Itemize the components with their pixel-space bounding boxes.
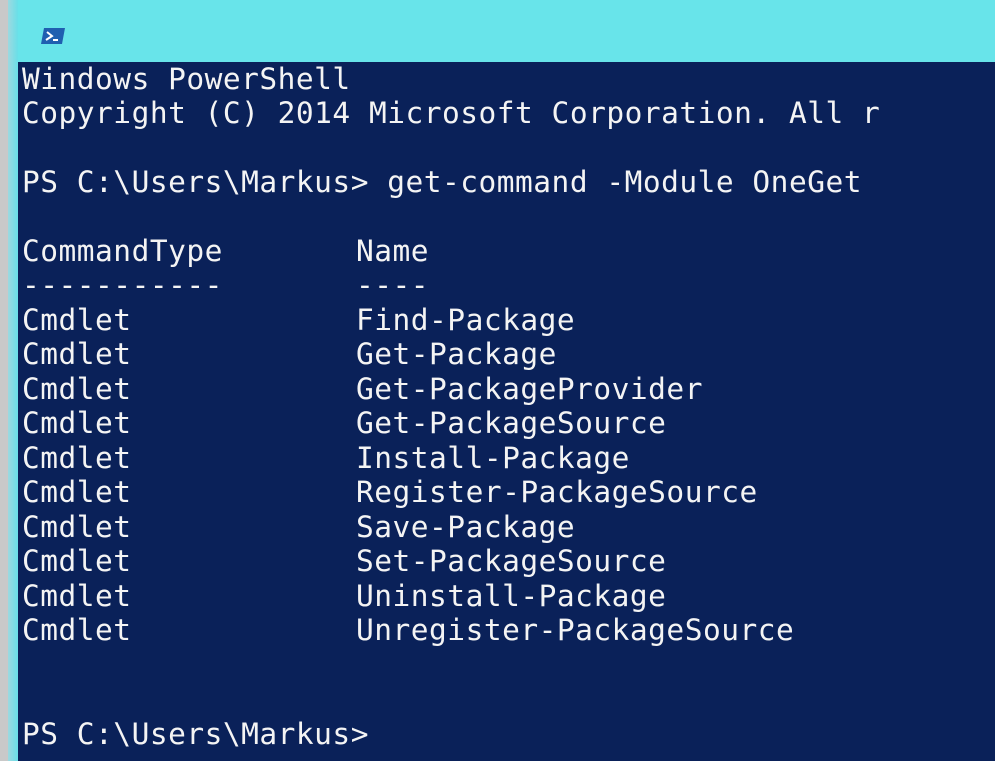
prompt-command-line: PS C:\Users\Markus> get-command -Module …: [22, 165, 862, 199]
powershell-window: Windows PowerShell Copyright (C) 2014 Mi…: [0, 0, 995, 761]
header-line-2: Copyright (C) 2014 Microsoft Corporation…: [22, 96, 881, 130]
row-name: Get-PackageSource: [356, 406, 667, 440]
column-separator-commandtype: -----------: [22, 268, 223, 302]
row-name: Get-Package: [356, 337, 557, 371]
header-line-1: Windows PowerShell: [22, 62, 351, 96]
final-prompt: PS C:\Users\Markus>: [22, 717, 369, 751]
row-type: Cmdlet: [22, 372, 132, 406]
row-name: Set-PackageSource: [356, 544, 667, 578]
row-name: Uninstall-Package: [356, 579, 667, 613]
column-header-name: Name: [356, 234, 430, 268]
row-type: Cmdlet: [22, 441, 132, 475]
row-name: Unregister-PackageSource: [356, 613, 795, 647]
row-type: Cmdlet: [22, 337, 132, 371]
column-separator-name: ----: [356, 268, 430, 302]
row-type: Cmdlet: [22, 613, 132, 647]
row-type: Cmdlet: [22, 303, 132, 337]
row-name: Get-PackageProvider: [356, 372, 703, 406]
title-bar[interactable]: [0, 0, 995, 62]
column-header-commandtype: CommandType: [22, 234, 223, 268]
row-name: Find-Package: [356, 303, 576, 337]
row-type: Cmdlet: [22, 406, 132, 440]
row-type: Cmdlet: [22, 579, 132, 613]
row-name: Register-PackageSource: [356, 475, 758, 509]
window-left-border: [0, 0, 18, 761]
row-name: Save-Package: [356, 510, 576, 544]
row-name: Install-Package: [356, 441, 630, 475]
console-output[interactable]: Windows PowerShell Copyright (C) 2014 Mi…: [18, 62, 995, 761]
row-type: Cmdlet: [22, 510, 132, 544]
row-type: Cmdlet: [22, 475, 132, 509]
powershell-icon[interactable]: [40, 26, 66, 46]
row-type: Cmdlet: [22, 544, 132, 578]
